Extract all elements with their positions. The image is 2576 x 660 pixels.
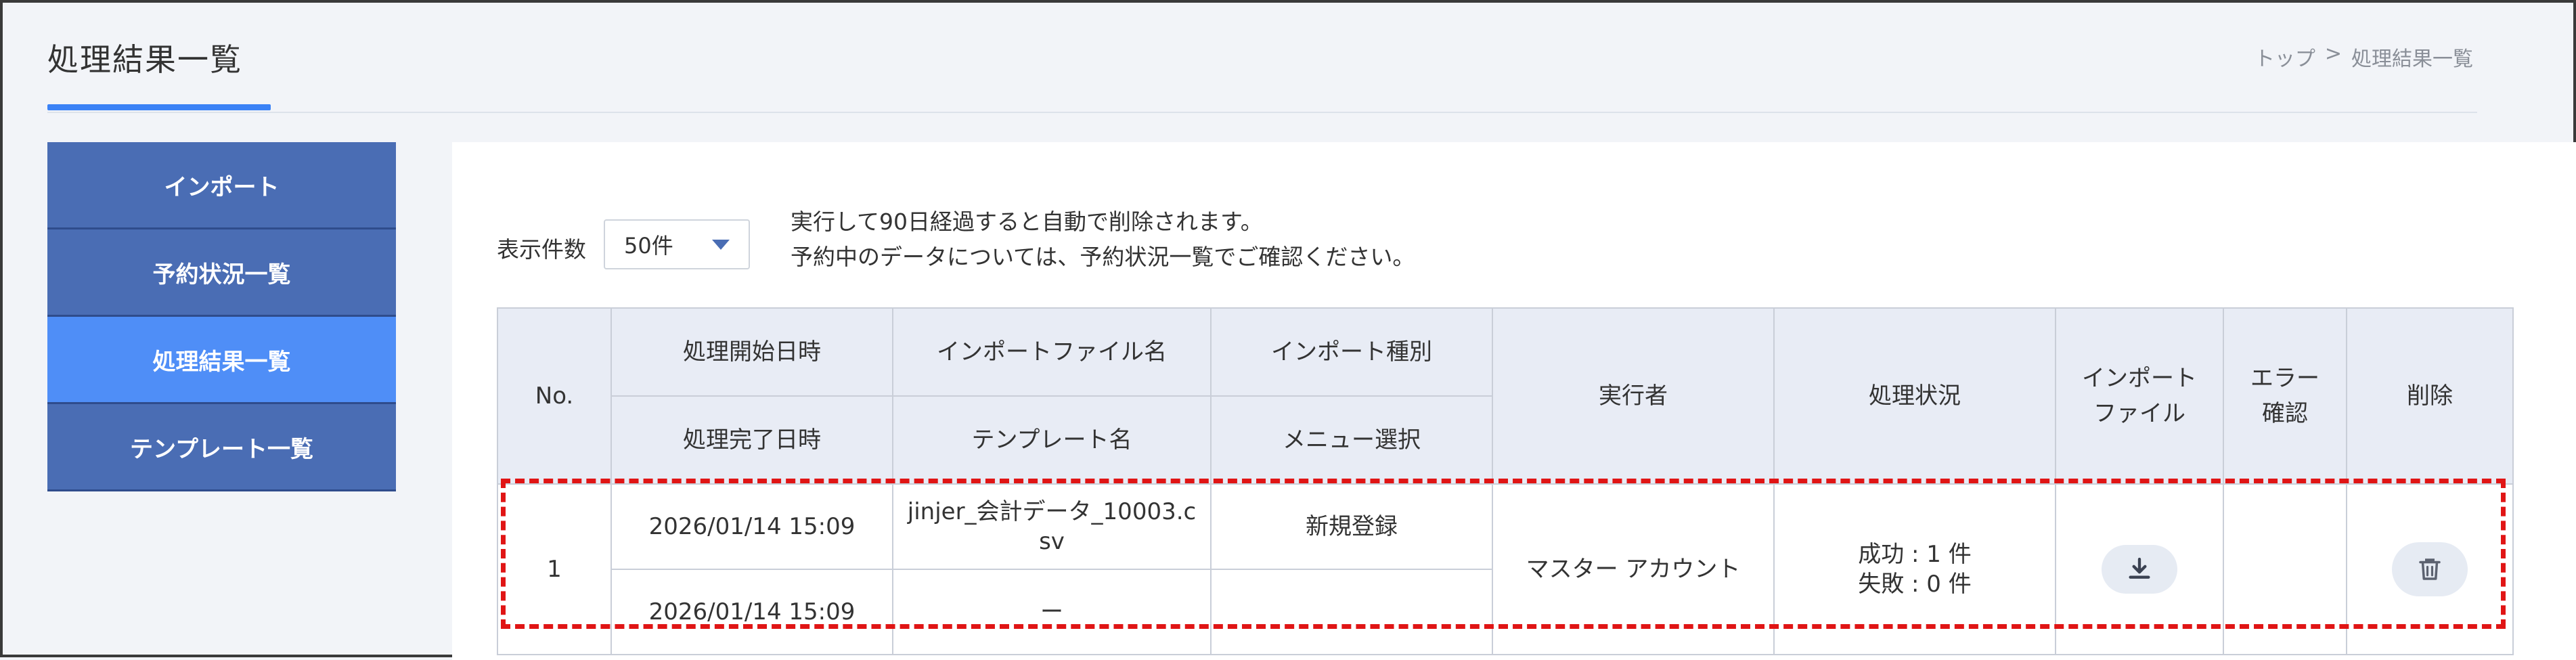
count-select[interactable]: 50件 — [604, 219, 750, 269]
cell-no: 1 — [497, 483, 612, 655]
breadcrumb-current: 処理結果一覧 — [2351, 47, 2473, 71]
col-header-error-line1: エラー — [2250, 365, 2319, 392]
col-header-error-line2: 確認 — [2262, 400, 2308, 427]
cell-delete — [2346, 483, 2514, 655]
col-header-import-file-line1: インポート — [2082, 365, 2197, 392]
cell-status: 成功 : 1 件 失敗 : 0 件 — [1773, 483, 2056, 655]
main-panel: 表示件数 50件 実行して90日経過すると自動で削除されます。 予約中のデータに… — [452, 142, 2576, 660]
col-header-start: 処理開始日時 — [610, 307, 893, 397]
trash-icon — [2419, 558, 2441, 580]
col-header-no: No. — [497, 307, 612, 485]
sidebar-item-templates[interactable]: テンプレート一覧 — [47, 404, 396, 491]
sidebar-item-label: 処理結果一覧 — [152, 348, 291, 376]
cell-file: jinjer_会計データ_10003.c sv — [892, 483, 1212, 570]
breadcrumb-separator: > — [2324, 42, 2342, 66]
cell-file-line1: jinjer_会計データ_10003.c — [907, 498, 1197, 525]
toolbar: 表示件数 50件 実行して90日経過すると自動で削除されます。 予約中のデータに… — [497, 204, 1415, 275]
breadcrumb-top-link[interactable]: トップ — [2255, 42, 2315, 72]
col-header-menu: メニュー選択 — [1210, 395, 1493, 485]
page-title: 処理結果一覧 — [47, 41, 242, 78]
sidebar-item-reservation-status[interactable]: 予約状況一覧 — [47, 229, 396, 317]
download-icon — [2129, 557, 2150, 579]
col-header-file: インポートファイル名 — [892, 307, 1212, 397]
sidebar-item-label: インポート — [164, 173, 280, 201]
col-header-executor: 実行者 — [1492, 307, 1775, 485]
notice-line-2: 予約中のデータについては、予約状況一覧でご確認ください。 — [791, 244, 1415, 270]
sidebar: インポート 予約状況一覧 処理結果一覧 テンプレート一覧 — [47, 142, 396, 491]
screen-frame: 処理結果一覧 トップ > 処理結果一覧 インポート 予約状況一覧 処理結果一覧 … — [0, 0, 2576, 660]
sidebar-item-label: テンプレート一覧 — [130, 435, 313, 463]
cell-import-file — [2055, 483, 2224, 655]
cell-template: ー — [892, 569, 1212, 655]
count-label: 表示件数 — [497, 236, 586, 263]
col-header-import-file: インポート ファイル — [2055, 307, 2224, 485]
results-table: No. 処理開始日時 インポートファイル名 インポート種別 実行者 処理状況 イ… — [497, 307, 2514, 655]
col-header-error: エラー 確認 — [2223, 307, 2347, 485]
retention-notice: 実行して90日経過すると自動で削除されます。 予約中のデータについては、予約状況… — [791, 204, 1415, 275]
col-header-import-type: インポート種別 — [1210, 307, 1493, 397]
title-underline — [47, 104, 271, 110]
cell-status-fail: 失敗 : 0 件 — [1858, 571, 1972, 598]
cell-error — [2223, 483, 2347, 655]
notice-line-1: 実行して90日経過すると自動で削除されます。 — [791, 208, 1263, 235]
caret-down-icon — [712, 239, 730, 250]
cell-file-line2: sv — [1039, 528, 1065, 555]
cell-menu — [1210, 569, 1493, 655]
cell-status-success: 成功 : 1 件 — [1858, 541, 1972, 568]
download-button[interactable] — [2102, 545, 2177, 594]
col-header-template: テンプレート名 — [892, 395, 1212, 485]
cell-executor: マスター アカウント — [1492, 483, 1775, 655]
header-divider — [47, 112, 2477, 113]
delete-button[interactable] — [2392, 542, 2468, 596]
count-select-value: 50件 — [624, 233, 673, 259]
cell-end: 2026/01/14 15:09 — [610, 569, 893, 655]
sidebar-item-label: 予約状況一覧 — [152, 261, 291, 288]
cell-start: 2026/01/14 15:09 — [610, 483, 893, 570]
col-header-import-file-line2: ファイル — [2093, 400, 2185, 427]
sidebar-item-import[interactable]: インポート — [47, 142, 396, 229]
table-row: 1 2026/01/14 15:09 jinjer_会計データ_10003.c … — [497, 483, 2514, 655]
breadcrumb: トップ > 処理結果一覧 — [2255, 42, 2473, 72]
col-header-status: 処理状況 — [1773, 307, 2056, 485]
col-header-end: 処理完了日時 — [610, 395, 893, 485]
sidebar-item-results[interactable]: 処理結果一覧 — [47, 317, 396, 404]
cell-import-type: 新規登録 — [1210, 483, 1493, 570]
col-header-delete: 削除 — [2346, 307, 2514, 485]
